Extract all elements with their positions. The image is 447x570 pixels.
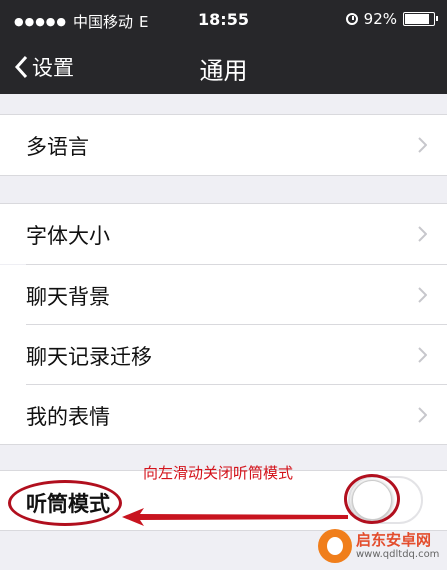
watermark: 启东安卓网 www.qdltdq.com bbox=[318, 527, 444, 567]
list-item-label: 聊天记录迁移 bbox=[26, 345, 152, 369]
chevron-right-icon bbox=[418, 137, 427, 153]
watermark-logo-icon bbox=[318, 529, 352, 563]
annotation-text: 向左滑动关闭听筒模式 bbox=[143, 464, 294, 482]
list-item-label: 聊天背景 bbox=[26, 285, 110, 309]
list-item-label: 我的表情 bbox=[26, 405, 110, 429]
list-item-chat-history-migrate[interactable]: 聊天记录迁移 bbox=[0, 325, 447, 385]
list-item-chat-background[interactable]: 聊天背景 bbox=[0, 265, 447, 325]
navigation-bar: 设置 通用 bbox=[0, 40, 447, 94]
page-title: 通用 bbox=[199, 57, 248, 85]
watermark-url: www.qdltdq.com bbox=[356, 549, 440, 560]
chevron-right-icon bbox=[418, 287, 427, 303]
battery-fill bbox=[405, 14, 429, 24]
annotation-ellipse bbox=[8, 480, 122, 526]
annotation-circle bbox=[344, 474, 400, 524]
battery-icon bbox=[403, 12, 438, 26]
list-item-my-stickers[interactable]: 我的表情 bbox=[0, 385, 447, 445]
status-right: 92% bbox=[345, 10, 438, 28]
watermark-name: 启东安卓网 bbox=[356, 531, 432, 549]
chevron-right-icon bbox=[418, 347, 427, 363]
status-bar: ●●●●● 中国移动 E 18:55 92% bbox=[0, 0, 447, 40]
alarm-icon bbox=[345, 13, 358, 25]
list-item-label: 多语言 bbox=[26, 135, 89, 159]
annotation-arrow-icon bbox=[122, 508, 348, 526]
list-item-multilang[interactable]: 多语言 bbox=[0, 115, 447, 175]
chevron-right-icon bbox=[418, 407, 427, 423]
divider bbox=[0, 444, 447, 445]
battery-percent: 92% bbox=[363, 10, 397, 28]
divider bbox=[0, 175, 447, 176]
chevron-right-icon bbox=[418, 226, 427, 242]
list-item-font-size[interactable]: 字体大小 bbox=[0, 204, 447, 264]
list-item-label: 字体大小 bbox=[26, 224, 110, 248]
